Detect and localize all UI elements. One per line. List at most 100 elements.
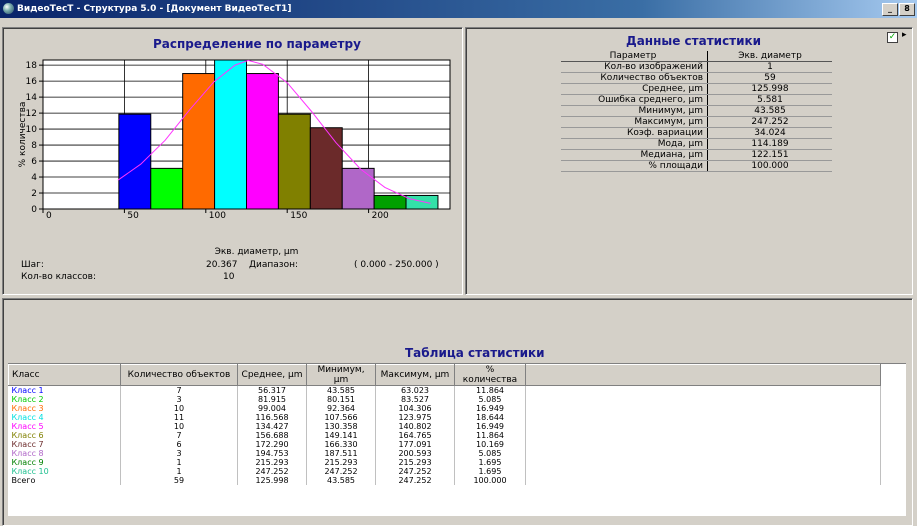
table-cell: 247.252 — [237, 467, 307, 476]
table-cell: 164.765 — [375, 431, 455, 440]
table-cell: 3 — [120, 395, 238, 404]
class-name-cell: Всего — [8, 476, 121, 485]
table-cell: 100.000 — [454, 476, 526, 485]
filler-cell — [525, 476, 881, 485]
statistics-row: Медиана, µm 122.151 — [561, 149, 832, 161]
histogram-bar — [246, 73, 279, 210]
column-header[interactable]: Класс — [8, 364, 121, 386]
table-row[interactable]: Класс 7 6 172.290 166.330 177.091 10.169 — [8, 440, 881, 449]
class-table: Класс Количество объектов Среднее, µm Миним… — [8, 364, 881, 485]
statistics-parameter: Медиана, µm — [561, 149, 708, 161]
table-row[interactable]: Класс 2 3 81.915 80.151 83.527 5.085 — [8, 395, 881, 404]
panel-arrow-icon: ▸ — [902, 30, 907, 40]
y-tick-label: 16 — [26, 77, 38, 87]
class-name-cell: Класс 9 — [8, 458, 121, 467]
histogram-bar — [150, 167, 184, 210]
table-cell: 1 — [120, 467, 238, 476]
table-row[interactable]: Всего 59 125.998 43.585 247.252 100.000 — [8, 476, 881, 485]
table-panel: Таблица статистики Класс Количество объек… — [2, 298, 913, 526]
histogram-bar — [182, 73, 216, 210]
statistics-row: % площади 100.000 — [561, 160, 832, 172]
table-row[interactable]: Класс 10 1 247.252 247.252 247.252 1.695 — [8, 467, 881, 476]
range-label: Диапазон: — [249, 260, 299, 270]
statistics-value: 247.252 — [707, 116, 832, 128]
x-axis-label: Экв. диаметр, µm — [215, 247, 299, 257]
table-cell: 140.802 — [375, 422, 455, 431]
statistics-value: 100.000 — [707, 160, 832, 172]
filler-cell — [525, 385, 881, 395]
x-tick-label: 200 — [372, 211, 389, 221]
statistics-row: Мода, µm 114.189 — [561, 138, 832, 150]
filler-cell — [525, 467, 881, 476]
class-table-header: Класс Количество объектов Среднее, µm Миним… — [8, 364, 881, 386]
table-cell: 5.085 — [454, 449, 526, 458]
filler-cell — [525, 404, 881, 413]
statistics-value: 122.151 — [707, 149, 832, 161]
class-name-cell: Класс 1 — [8, 385, 121, 395]
show-stats-checkbox[interactable]: ✓ — [887, 32, 898, 43]
filler-cell — [525, 422, 881, 431]
value-header: Экв. диаметр — [707, 51, 832, 62]
statistics-parameter: Мода, µm — [561, 138, 708, 150]
y-tick-label: 4 — [31, 173, 37, 183]
table-row[interactable]: Класс 9 1 215.293 215.293 215.293 1.695 — [8, 458, 881, 467]
table-cell: 81.915 — [237, 395, 307, 404]
statistics-parameter: % площади — [561, 160, 708, 172]
window-controls: _ 8 — [881, 3, 915, 16]
x-tick-label: 0 — [46, 211, 52, 221]
statistics-table: Параметр Экв. диаметр Кол-во изображений… — [561, 51, 832, 172]
histogram-bar — [214, 59, 248, 210]
statistics-value: 34.024 — [707, 127, 832, 139]
table-row[interactable]: Класс 3 10 99.004 92.364 104.306 16.949 — [8, 404, 881, 413]
table-cell: 130.358 — [306, 422, 376, 431]
column-header[interactable]: Максимум, µm — [375, 364, 455, 386]
statistics-row: Количество объектов 59 — [561, 72, 832, 84]
column-header[interactable]: Среднее, µm — [237, 364, 307, 386]
table-row[interactable]: Класс 8 3 194.753 187.511 200.593 5.085 — [8, 449, 881, 458]
table-cell: 1.695 — [454, 467, 526, 476]
class-name-cell: Класс 2 — [8, 395, 121, 404]
range-value: ( 0.000 - 250.000 ) — [354, 260, 439, 270]
table-cell: 10 — [120, 422, 238, 431]
x-tick-label: 150 — [290, 211, 307, 221]
table-row[interactable]: Класс 1 7 56.317 43.585 63.023 11.864 — [8, 385, 881, 395]
window-title: ВидеоТесТ - Структура 5.0 - [Документ Ви… — [17, 4, 292, 14]
table-cell: 1 — [120, 458, 238, 467]
table-cell: 10 — [120, 404, 238, 413]
table-row[interactable]: Класс 4 11 116.568 107.566 123.975 18.644 — [8, 413, 881, 422]
table-row[interactable]: Класс 6 7 156.688 149.141 164.765 11.864 — [8, 431, 881, 440]
filler-cell — [525, 449, 881, 458]
statistics-row: Кол-во изображений 1 — [561, 61, 832, 73]
table-cell: 247.252 — [306, 467, 376, 476]
column-header[interactable]: Минимум, µm — [306, 364, 376, 386]
table-cell: 125.998 — [237, 476, 307, 485]
statistics-parameter: Минимум, µm — [561, 105, 708, 117]
table-cell: 92.364 — [306, 404, 376, 413]
histogram-bar — [118, 113, 152, 210]
table-row[interactable]: Класс 5 10 134.427 130.358 140.802 16.949 — [8, 422, 881, 431]
table-cell: 10.169 — [454, 440, 526, 449]
minimize-button[interactable]: _ — [882, 3, 898, 16]
statistics-title: Данные статистики — [626, 34, 762, 48]
filler-cell — [525, 413, 881, 422]
restore-button[interactable]: 8 — [899, 3, 915, 16]
statistics-grid[interactable]: Класс Количество объектов Среднее, µm Миним… — [8, 363, 906, 516]
table-cell: 247.252 — [375, 467, 455, 476]
table-cell: 215.293 — [375, 458, 455, 467]
table-cell: 11.864 — [454, 385, 526, 395]
title-bar: ВидеоТесТ - Структура 5.0 - [Документ Ви… — [0, 0, 917, 18]
class-name-cell: Класс 10 — [8, 467, 121, 476]
class-name-cell: Класс 5 — [8, 422, 121, 431]
table-cell: 3 — [120, 449, 238, 458]
statistics-row: Среднее, µm 125.998 — [561, 83, 832, 95]
y-axis-label: % количества — [18, 102, 28, 168]
statistics-value: 1 — [707, 61, 832, 73]
table-cell: 99.004 — [237, 404, 307, 413]
column-header[interactable]: % количества — [454, 364, 526, 386]
table-cell: 16.949 — [454, 422, 526, 431]
table-cell: 123.975 — [375, 413, 455, 422]
column-header[interactable]: Количество объектов — [120, 364, 238, 386]
table-cell: 149.141 — [306, 431, 376, 440]
table-cell: 172.290 — [237, 440, 307, 449]
y-tick-label: 18 — [26, 61, 38, 71]
